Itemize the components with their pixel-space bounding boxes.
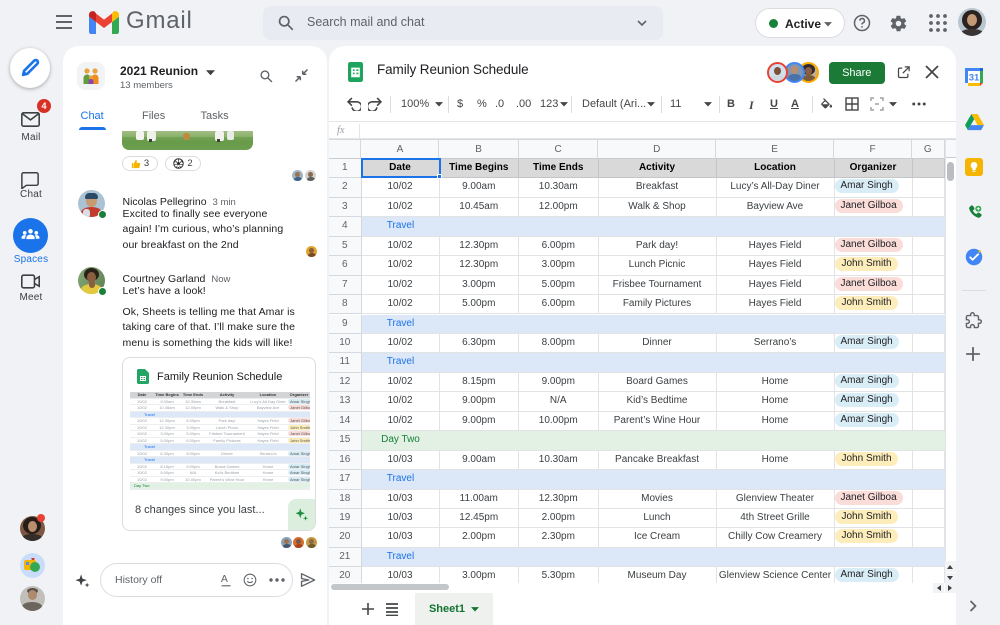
- svg-text:31: 31: [969, 73, 980, 84]
- svg-text:A: A: [221, 573, 229, 585]
